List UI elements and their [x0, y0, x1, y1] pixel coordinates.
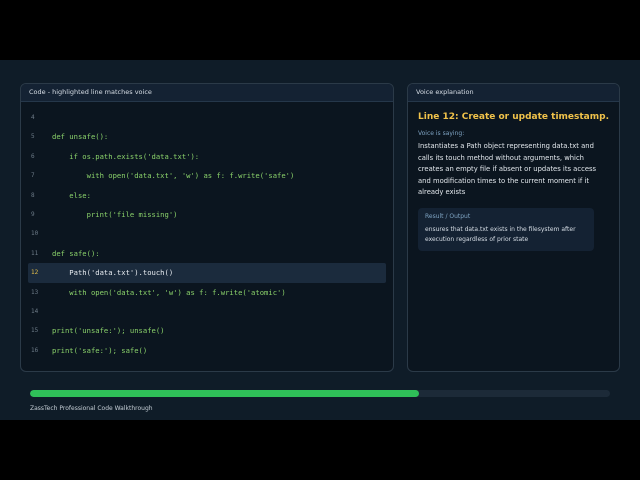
- line-number: 7: [31, 172, 35, 180]
- footer-label: ZassTech Professional Code Walkthrough: [30, 405, 153, 412]
- code-text: print('safe:'); safe(): [52, 345, 148, 355]
- code-line: 14: [21, 302, 393, 321]
- code-line: 5 def unsafe():: [21, 127, 393, 146]
- line-number: 10: [31, 230, 39, 238]
- voice-panel: Voice explanation Line 12: Create or upd…: [407, 83, 620, 372]
- code-text: def unsafe():: [52, 132, 109, 142]
- code-panel: Code - highlighted line matches voice 4 5…: [20, 83, 394, 372]
- line-number: 15: [31, 327, 39, 335]
- voice-saying-text: Instantiates a Path object representing …: [418, 142, 597, 197]
- line-number: 8: [31, 191, 35, 199]
- line-number: 12: [31, 269, 39, 277]
- result-label: Result / Output: [425, 212, 471, 220]
- code-line: 4: [21, 108, 393, 127]
- code-text: with open('data.txt', 'w') as f: f.write…: [52, 171, 295, 181]
- code-line: 15 print('unsafe:'); unsafe(): [21, 321, 393, 340]
- progress-bar: [30, 390, 610, 397]
- code-panel-header: Code - highlighted line matches voice: [21, 84, 393, 102]
- progress-fill: [30, 390, 419, 397]
- voice-panel-header: Voice explanation: [408, 84, 619, 102]
- voice-saying-label: Voice is saying:: [418, 130, 465, 137]
- code-area: 4 5 def unsafe(): 6 if os.path.exists('data…: [21, 102, 393, 360]
- line-number: 4: [31, 114, 35, 121]
- code-text: else:: [52, 190, 91, 200]
- code-text: print('unsafe:'); unsafe(): [52, 326, 165, 336]
- result-box: Result / Output ensures that data.txt ex…: [418, 207, 594, 251]
- code-line: 9 print('file missing'): [21, 205, 393, 224]
- line-number: 14: [31, 307, 39, 315]
- code-text: def safe():: [52, 248, 100, 258]
- code-line: 7 with open('data.txt', 'w') as f: f.wri…: [21, 166, 393, 185]
- voice-body: Line 12: Create or update timestamp... V…: [408, 102, 619, 251]
- code-line: 13 with open('data.txt', 'w') as f: f.wr…: [21, 283, 393, 302]
- line-number: 11: [31, 249, 39, 257]
- code-text: print('file missing'): [52, 209, 178, 219]
- voice-title: Line 12: Create or update timestamp...: [418, 112, 609, 122]
- code-line-highlighted: 12 Path('data.txt').touch(): [28, 263, 386, 283]
- code-text: with open('data.txt', 'w') as f: f.write…: [52, 287, 286, 297]
- line-number: 16: [31, 346, 39, 354]
- line-number: 6: [31, 152, 35, 160]
- code-text: if os.path.exists('data.txt'):: [52, 151, 200, 161]
- code-line: 6 if os.path.exists('data.txt'):: [21, 147, 393, 166]
- walkthrough-stage: Code - highlighted line matches voice 4 5…: [0, 60, 640, 420]
- code-line: 8 else:: [21, 186, 393, 205]
- line-number: 13: [31, 288, 39, 296]
- line-number: 9: [31, 210, 35, 218]
- line-number: 5: [31, 133, 35, 141]
- result-text: ensures that data.txt exists in the file…: [425, 225, 576, 243]
- code-line: 10: [21, 224, 393, 243]
- code-line: 11 def safe():: [21, 244, 393, 263]
- code-text: Path('data.txt').touch(): [52, 268, 174, 278]
- code-line: 16 print('safe:'); safe(): [21, 341, 393, 360]
